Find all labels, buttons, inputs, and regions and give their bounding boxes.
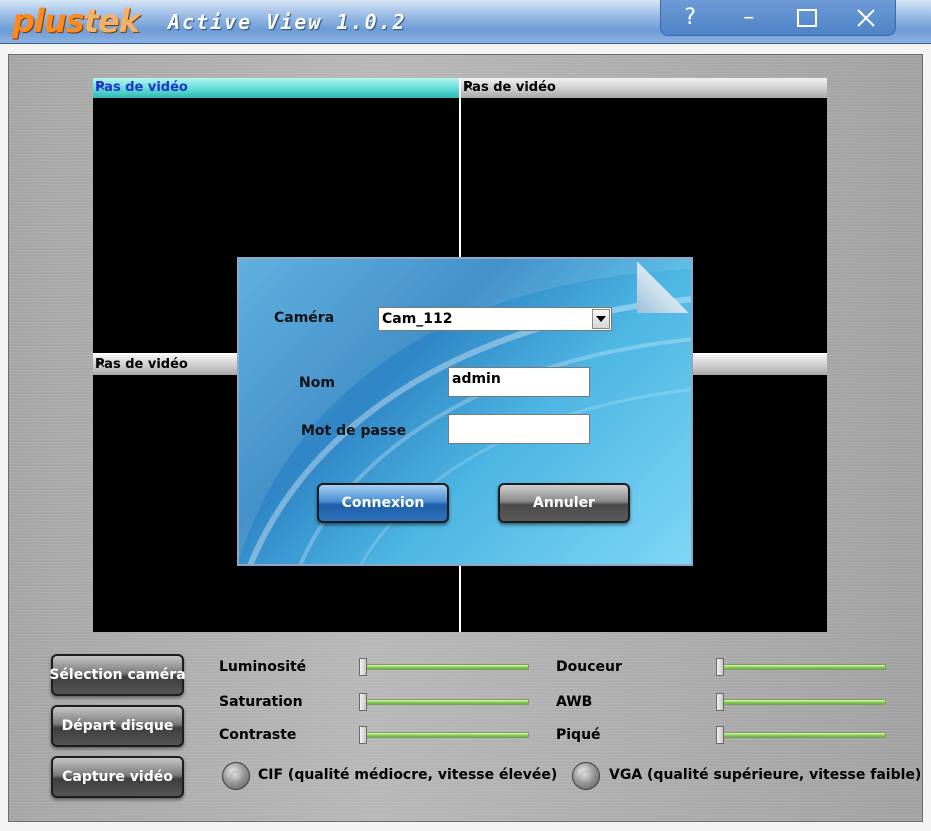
cif-quality-radio[interactable]: [222, 762, 250, 790]
disk-start-button[interactable]: Départ disque: [51, 705, 184, 747]
video-capture-button[interactable]: Capture vidéo: [51, 756, 184, 798]
title-bar: plustek Active View 1.0.2 ? –: [0, 0, 931, 44]
slider-thumb[interactable]: [359, 658, 367, 676]
close-icon: [857, 8, 875, 27]
pane-header: Pas de vidéo ✕: [461, 78, 827, 98]
window-controls: ? –: [660, 0, 896, 36]
dropdown-arrow-icon[interactable]: [592, 309, 610, 329]
softness-slider[interactable]: [716, 658, 886, 676]
cif-quality-label: CIF (qualité médiocre, vitesse élevée): [258, 767, 558, 783]
slider-thumb[interactable]: [716, 726, 724, 744]
close-button[interactable]: [837, 0, 896, 35]
vga-quality-radio[interactable]: [572, 762, 600, 790]
brightness-label: Luminosité: [219, 659, 307, 675]
slider-track: [359, 732, 529, 738]
maximize-button[interactable]: [778, 0, 837, 35]
awb-slider[interactable]: [716, 693, 886, 711]
slider-track: [359, 664, 529, 670]
password-label: Mot de passe: [301, 423, 407, 439]
name-label: Nom: [299, 375, 335, 391]
pane-close-icon[interactable]: ✕: [463, 80, 823, 95]
slider-track: [716, 664, 886, 670]
awb-label: AWB: [556, 694, 593, 710]
name-field[interactable]: admin: [448, 367, 590, 397]
contrast-slider[interactable]: [359, 726, 529, 744]
app-title: Active View 1.0.2: [168, 10, 407, 34]
help-icon: ?: [684, 5, 697, 30]
page-curl: [637, 261, 689, 313]
connect-button[interactable]: Connexion: [317, 483, 449, 523]
vga-quality-label: VGA (qualité supérieure, vitesse faible): [609, 767, 922, 783]
slider-thumb[interactable]: [716, 658, 724, 676]
contrast-label: Contraste: [219, 727, 297, 743]
slider-thumb[interactable]: [359, 693, 367, 711]
sharpness-slider[interactable]: [716, 726, 886, 744]
plustek-logo: plustek: [12, 2, 140, 40]
camera-select[interactable]: Cam_112: [378, 307, 612, 331]
sharpness-label: Piqué: [556, 727, 601, 743]
help-button[interactable]: ?: [661, 0, 720, 35]
camera-login-dialog: Caméra Cam_112 Nom admin Mot de passe Co…: [237, 257, 693, 566]
slider-track: [716, 699, 886, 705]
brightness-slider[interactable]: [359, 658, 529, 676]
select-camera-button[interactable]: Sélection caméra: [49, 654, 186, 696]
softness-label: Douceur: [556, 659, 622, 675]
pane-close-icon[interactable]: ✕: [95, 80, 455, 95]
saturation-slider[interactable]: [359, 693, 529, 711]
saturation-label: Saturation: [219, 694, 303, 710]
slider-thumb[interactable]: [359, 726, 367, 744]
camera-select-value: Cam_112: [382, 311, 453, 327]
name-field-value: admin: [452, 371, 501, 387]
slider-track: [359, 699, 529, 705]
maximize-icon: [797, 8, 818, 27]
minimize-icon: –: [743, 5, 755, 30]
cancel-button[interactable]: Annuler: [498, 483, 630, 523]
password-field[interactable]: [448, 414, 590, 444]
pane-header: Pas de vidéo ✕: [93, 78, 459, 98]
slider-thumb[interactable]: [716, 693, 724, 711]
slider-track: [716, 732, 886, 738]
camera-label: Caméra: [274, 310, 335, 326]
minimize-button[interactable]: –: [720, 0, 779, 35]
